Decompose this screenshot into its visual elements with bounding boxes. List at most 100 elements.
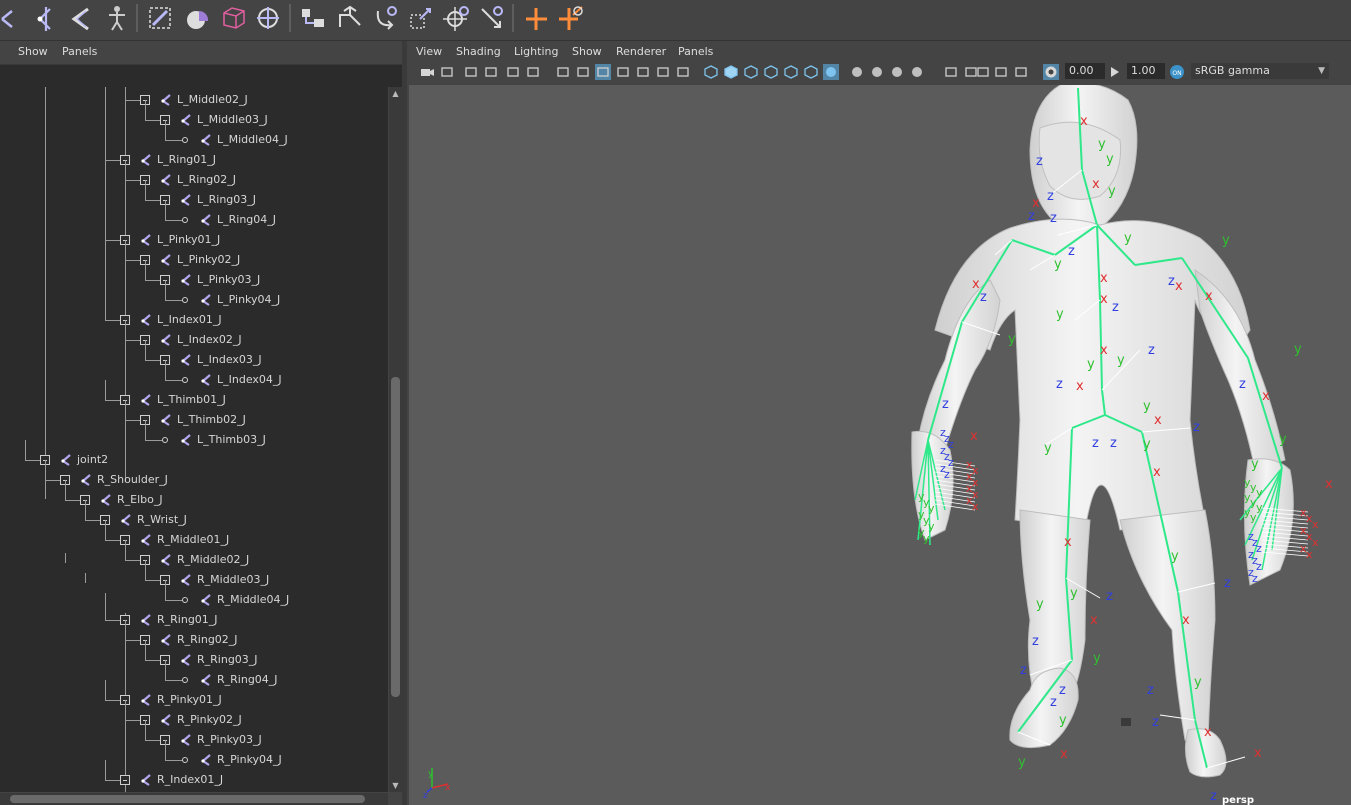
scene-view[interactable]: xyyzx yzxz zyzyxxzyxzyxzxyx z yy yz x zxz yx zz zy…	[409, 85, 1351, 805]
safe-action-icon[interactable]	[655, 64, 671, 80]
outliner-row[interactable]: L_Thimb02_J	[0, 400, 388, 430]
shadows-icon[interactable]	[803, 64, 819, 80]
outliner-search-bar[interactable]	[0, 64, 402, 87]
x-ray-icon[interactable]	[909, 64, 925, 80]
scroll-up-icon[interactable]: ▲	[391, 89, 400, 98]
menu-view[interactable]: View	[416, 45, 442, 58]
outliner-row[interactable]: R_Pinky01_J	[0, 680, 388, 710]
safe-title-icon[interactable]	[675, 64, 691, 80]
outliner-row[interactable]: L_Ring02_J	[0, 160, 388, 190]
outliner-row[interactable]: R_Pinky02_J	[0, 700, 388, 730]
parent-constraint-icon[interactable]	[370, 3, 400, 33]
wireframe-icon[interactable]	[703, 64, 719, 80]
grid-icon[interactable]	[555, 64, 571, 80]
outliner-row[interactable]: R_Ring02_J	[0, 620, 388, 650]
gamma-icon[interactable]	[1107, 64, 1123, 80]
use-lights-icon[interactable]	[783, 64, 799, 80]
outliner-row[interactable]: R_Middle03_J	[0, 560, 388, 590]
viewport-canvas[interactable]: xyyzxyzxzzyzyxxzyxzyxzxyxzyyyzxzxzyxzzzy…	[409, 85, 1351, 805]
menu-show[interactable]: Show	[572, 45, 602, 58]
scroll-down-icon[interactable]: ▼	[391, 781, 400, 790]
scene-object[interactable]	[1121, 718, 1131, 726]
smooth-shade-icon[interactable]	[723, 64, 739, 80]
scrollbar-thumb[interactable]	[391, 377, 400, 697]
ik-handle-icon[interactable]	[30, 3, 60, 33]
outliner-row[interactable]: L_Index01_J	[0, 300, 388, 330]
gate-mask-icon[interactable]	[615, 64, 631, 80]
cluster-icon[interactable]	[253, 3, 283, 33]
outliner-row[interactable]: L_Ring01_J	[0, 140, 388, 170]
outliner-row[interactable]: L_Pinky01_J	[0, 220, 388, 250]
chevron-down-icon[interactable]: ▼	[1318, 63, 1325, 79]
scale-constraint-icon[interactable]	[556, 3, 586, 33]
outliner-row[interactable]: L_Thimb03_J	[0, 420, 388, 450]
high-quality-icon[interactable]	[1013, 64, 1029, 80]
color-management-icon[interactable]: ON	[1169, 64, 1185, 80]
outliner-row[interactable]: L_Pinky04_J	[0, 280, 388, 310]
joint-tool-icon[interactable]	[0, 3, 22, 33]
motion-blur-icon[interactable]	[849, 64, 865, 80]
outliner-row[interactable]: L_Pinky03_J	[0, 260, 388, 290]
screen-space-ao-icon[interactable]	[823, 64, 839, 80]
orient-joint-icon[interactable]	[298, 3, 328, 33]
smooth-bind-icon[interactable]	[145, 3, 175, 33]
outliner-row[interactable]: R_Ring04_J	[0, 660, 388, 690]
outliner-row[interactable]: L_Middle04_J	[0, 120, 388, 150]
paint-weights-icon[interactable]	[183, 3, 213, 33]
point-constraint-icon[interactable]	[406, 3, 436, 33]
outliner-row[interactable]: L_Ring04_J	[0, 200, 388, 230]
menu-renderer[interactable]: Renderer	[616, 45, 666, 58]
outliner-row[interactable]: R_Wrist_J	[0, 500, 388, 530]
exposure-field[interactable]: 0.00	[1065, 63, 1105, 79]
menu-panels[interactable]: Panels	[62, 45, 97, 58]
mirror-joint-icon[interactable]	[334, 3, 364, 33]
2d-pan-icon[interactable]	[505, 64, 521, 80]
pole-vector-icon[interactable]	[521, 3, 551, 33]
film-gate-icon[interactable]	[575, 64, 591, 80]
camera-attributes-icon[interactable]	[439, 64, 455, 80]
outliner-vertical-scrollbar[interactable]: ▲ ▼	[389, 87, 402, 792]
camera-icon[interactable]	[419, 64, 435, 80]
wireframe-on-shaded-icon[interactable]	[743, 64, 759, 80]
outliner-row[interactable]: L_Thimb01_J	[0, 380, 388, 410]
outliner-row[interactable]: R_Middle01_J	[0, 520, 388, 550]
bookmark-icon[interactable]	[463, 64, 479, 80]
outliner-row[interactable]: L_Index02_J	[0, 320, 388, 350]
gamma-field[interactable]: 1.00	[1127, 63, 1165, 79]
grease-pencil-icon[interactable]	[525, 64, 541, 80]
textured-icon[interactable]	[763, 64, 779, 80]
image-plane-icon[interactable]	[483, 64, 499, 80]
field-chart-icon[interactable]	[635, 64, 651, 80]
outliner-row[interactable]: R_Ring01_J	[0, 600, 388, 630]
depth-of-field-icon[interactable]	[889, 64, 905, 80]
ik-spline-icon[interactable]	[66, 3, 96, 33]
menu-shading[interactable]: Shading	[456, 45, 501, 58]
outliner-row[interactable]: R_Index01_J	[0, 760, 388, 790]
outliner-row[interactable]: L_Middle03_J	[0, 100, 388, 130]
outliner-row[interactable]: R_Middle02_J	[0, 540, 388, 570]
anti-alias-icon[interactable]	[869, 64, 885, 80]
outliner-row[interactable]: joint2	[0, 440, 388, 470]
outliner-row[interactable]: L_Middle02_J	[0, 87, 388, 110]
outliner-row[interactable]: R_Pinky03_J	[0, 720, 388, 750]
outliner-row[interactable]: R_Shoulder_J	[0, 460, 388, 490]
outliner-horizontal-scrollbar[interactable]	[0, 793, 388, 805]
scrollbar-thumb[interactable]	[10, 795, 365, 803]
outliner-row[interactable]: R_Pinky04_J	[0, 740, 388, 770]
isolate-select-icon[interactable]	[943, 64, 959, 80]
outliner-row[interactable]: L_Index04_J	[0, 360, 388, 390]
outliner-row[interactable]: R_Ring03_J	[0, 640, 388, 670]
resolution-gate-icon[interactable]	[595, 64, 611, 80]
exposure-icon[interactable]	[1043, 64, 1059, 80]
outliner-row[interactable]: R_Elbo_J	[0, 480, 388, 510]
x-ray-active-icon[interactable]	[975, 64, 991, 80]
collapse-toggle-icon[interactable]	[120, 775, 130, 785]
outliner-row[interactable]: L_Ring03_J	[0, 180, 388, 210]
color-space-dropdown[interactable]: sRGB gamma ▼	[1191, 63, 1329, 79]
backface-icon[interactable]	[993, 64, 1009, 80]
outliner-row[interactable]: R_Middle04_J	[0, 580, 388, 610]
orient-constraint-icon[interactable]	[441, 3, 471, 33]
humanik-icon[interactable]	[102, 3, 132, 33]
outliner-row[interactable]: L_Pinky02_J	[0, 240, 388, 270]
menu-show[interactable]: Show	[18, 45, 48, 58]
